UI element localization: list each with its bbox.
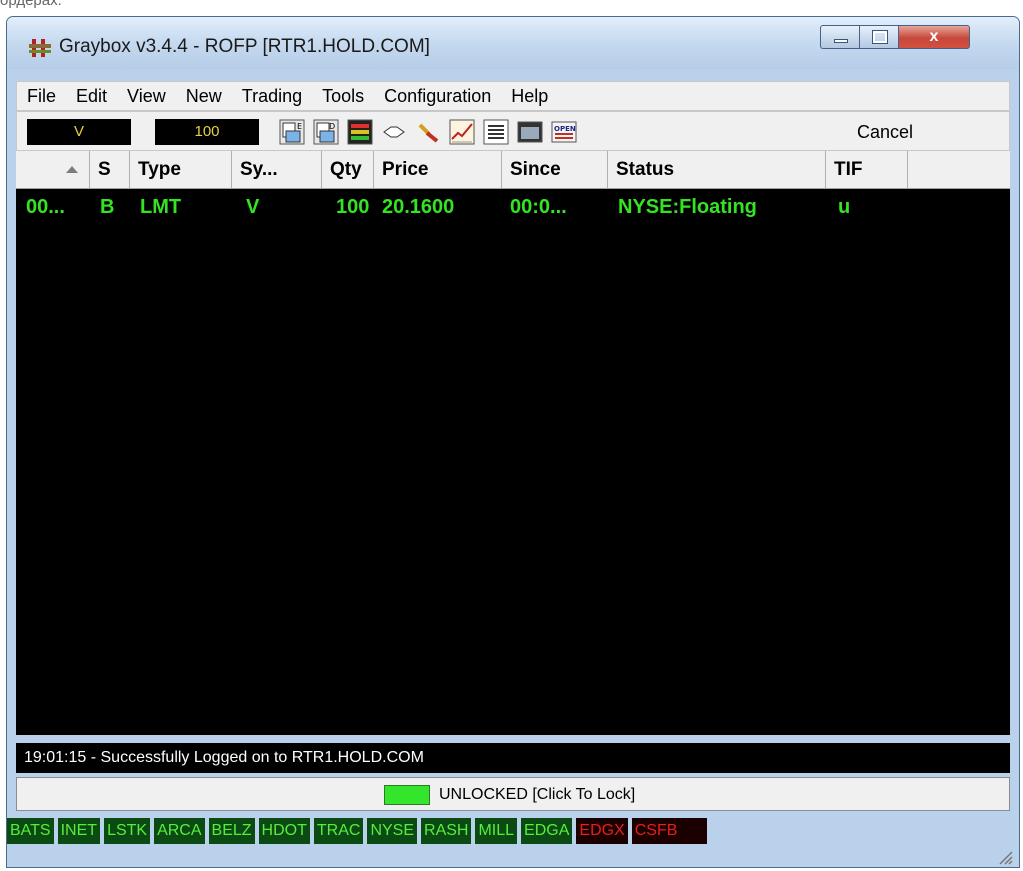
svg-text:OPEN: OPEN bbox=[554, 125, 576, 133]
maximize-icon bbox=[872, 30, 888, 44]
menu-bar: File Edit View New Trading Tools Configu… bbox=[16, 81, 1010, 111]
exchange-belz[interactable]: BELZ bbox=[208, 818, 255, 844]
order-qty-cell[interactable]: 100 bbox=[336, 191, 369, 223]
column-header-side[interactable]: S bbox=[90, 151, 130, 189]
lock-label: UNLOCKED [Click To Lock] bbox=[439, 786, 636, 803]
order-status-cell[interactable]: NYSE:Floating bbox=[618, 191, 757, 223]
level2-icon[interactable] bbox=[347, 119, 373, 145]
window-title: Graybox v3.4.4 - ROFP [RTR1.HOLD.COM] bbox=[59, 36, 430, 57]
lock-toggle[interactable]: UNLOCKED [Click To Lock] bbox=[16, 777, 1010, 811]
menu-configuration[interactable]: Configuration bbox=[374, 81, 501, 111]
menu-trading[interactable]: Trading bbox=[232, 81, 312, 111]
status-message: 19:01:15 - Successfully Logged on to RTR… bbox=[16, 743, 1010, 773]
column-header-tif[interactable]: TIF bbox=[826, 151, 908, 189]
resize-grip-icon[interactable] bbox=[997, 849, 1013, 865]
sell-order-icon[interactable]: D bbox=[313, 119, 339, 145]
svg-text:E: E bbox=[297, 122, 302, 131]
graybox-window: Graybox v3.4.4 - ROFP [RTR1.HOLD.COM] x … bbox=[6, 16, 1020, 868]
menu-edit[interactable]: Edit bbox=[66, 81, 117, 111]
exchange-trac[interactable]: TRAC bbox=[313, 818, 364, 844]
exchange-status-bar: BATS INET LSTK ARCA BELZ HDOT TRAC NYSE … bbox=[7, 818, 1019, 844]
orders-grid: S Type Sy... Qty Price Since Status TIF … bbox=[16, 151, 1010, 735]
column-header-status[interactable]: Status bbox=[608, 151, 826, 189]
order-since-cell[interactable]: 00:0... bbox=[510, 191, 567, 223]
column-header-type[interactable]: Type bbox=[130, 151, 232, 189]
order-type-cell[interactable]: LMT bbox=[140, 191, 181, 223]
sort-arrow-icon bbox=[66, 166, 78, 173]
order-symbol-cell[interactable]: V bbox=[246, 191, 259, 223]
column-header-qty[interactable]: Qty bbox=[322, 151, 374, 189]
open-orders-icon[interactable]: OPEN bbox=[551, 119, 577, 145]
exchange-hdot[interactable]: HDOT bbox=[258, 818, 310, 844]
menu-tools[interactable]: Tools bbox=[312, 81, 374, 111]
page-caption: ордерах. bbox=[0, 0, 62, 9]
lock-status-indicator bbox=[384, 785, 430, 805]
menu-help[interactable]: Help bbox=[501, 81, 558, 111]
exchange-mill[interactable]: MILL bbox=[475, 818, 518, 844]
handshake-icon[interactable] bbox=[381, 119, 407, 145]
chart-icon[interactable] bbox=[449, 119, 475, 145]
order-id-cell[interactable]: 00... bbox=[26, 191, 65, 223]
minimize-icon bbox=[834, 39, 848, 43]
exchange-csfb[interactable]: CSFB bbox=[631, 818, 708, 844]
menu-new[interactable]: New bbox=[176, 81, 232, 111]
app-logo-icon bbox=[29, 39, 51, 57]
order-price-cell[interactable]: 20.1600 bbox=[382, 191, 454, 223]
quantity-input[interactable]: 100 bbox=[155, 119, 259, 145]
order-tif-cell[interactable]: u bbox=[838, 191, 850, 223]
close-icon: x bbox=[929, 28, 939, 45]
exchange-inet[interactable]: INET bbox=[57, 818, 101, 844]
maximize-button[interactable] bbox=[859, 25, 899, 49]
column-header-since[interactable]: Since bbox=[502, 151, 608, 189]
exchange-lstk[interactable]: LSTK bbox=[104, 818, 151, 844]
order-side-cell[interactable]: B bbox=[100, 191, 114, 223]
cancel-button[interactable]: Cancel bbox=[857, 119, 939, 145]
menu-view[interactable]: View bbox=[117, 81, 176, 111]
column-header-price[interactable]: Price bbox=[374, 151, 502, 189]
grid-header: S Type Sy... Qty Price Since Status TIF bbox=[16, 151, 1010, 189]
column-header-id[interactable] bbox=[16, 151, 90, 189]
minimize-button[interactable] bbox=[820, 25, 860, 49]
toolbar: V 100 E D OPEN Cancel bbox=[16, 111, 1010, 151]
buy-order-icon[interactable]: E bbox=[279, 119, 305, 145]
exchange-arca[interactable]: ARCA bbox=[154, 818, 205, 844]
column-header-symbol[interactable]: Sy... bbox=[232, 151, 322, 189]
menu-file[interactable]: File bbox=[17, 81, 66, 111]
exchange-rash[interactable]: RASH bbox=[421, 818, 472, 844]
close-button[interactable]: x bbox=[898, 25, 970, 49]
title-bar[interactable]: Graybox v3.4.4 - ROFP [RTR1.HOLD.COM] x bbox=[7, 17, 1019, 69]
window-icon[interactable] bbox=[517, 119, 543, 145]
svg-text:D: D bbox=[329, 122, 335, 131]
exchange-bats[interactable]: BATS bbox=[7, 818, 54, 844]
exchange-edga[interactable]: EDGA bbox=[521, 818, 573, 844]
tools-icon[interactable] bbox=[415, 119, 441, 145]
exchange-nyse[interactable]: NYSE bbox=[367, 818, 418, 844]
exchange-edgx[interactable]: EDGX bbox=[576, 818, 628, 844]
symbol-input[interactable]: V bbox=[27, 119, 131, 145]
list-icon[interactable] bbox=[483, 119, 509, 145]
